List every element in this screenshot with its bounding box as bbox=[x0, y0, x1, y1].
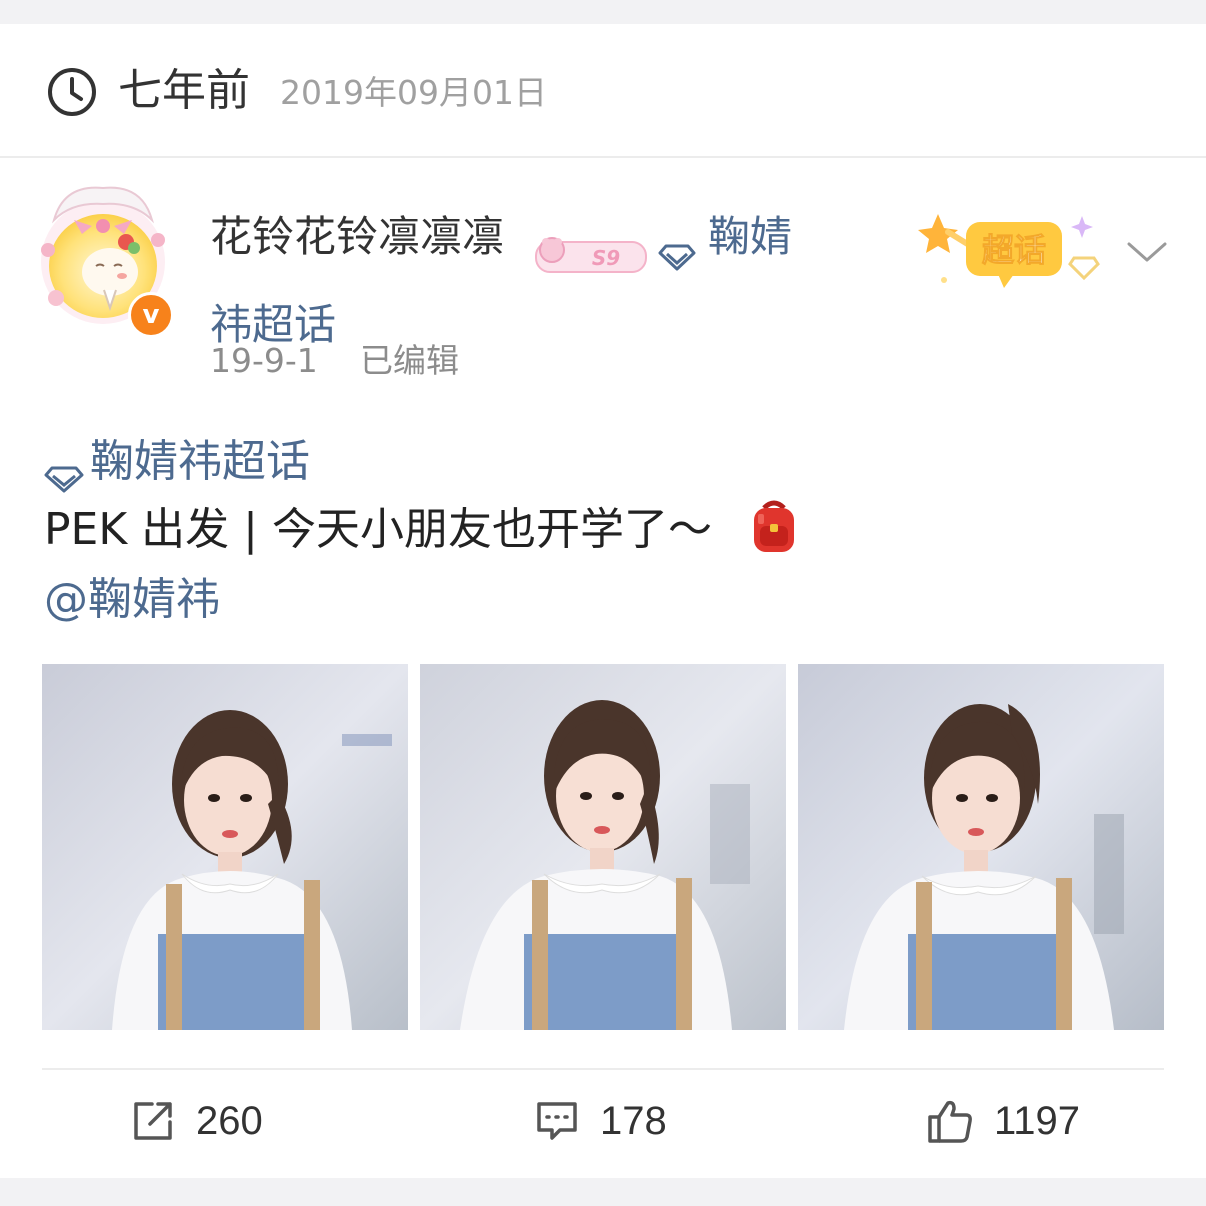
chaohua-badge-icon[interactable]: 超话 bbox=[918, 208, 1108, 304]
level-badge-icon: S9 bbox=[535, 237, 647, 273]
diamond-icon bbox=[658, 244, 696, 271]
absolute-date: 2019年09月01日 bbox=[280, 73, 547, 112]
photo-1[interactable] bbox=[42, 664, 408, 1030]
backpack-icon bbox=[754, 500, 794, 552]
timeline-header: 七年前 2019年09月01日 bbox=[0, 24, 1206, 158]
svg-text:S9: S9 bbox=[592, 246, 620, 270]
chevron-down-icon[interactable] bbox=[1126, 238, 1168, 266]
thumbs-up-icon bbox=[928, 1100, 972, 1143]
chaohua-badge-label: 超话 bbox=[982, 231, 1046, 269]
comment-button[interactable]: 178 bbox=[534, 1088, 667, 1154]
relative-time: 七年前 bbox=[118, 65, 250, 116]
photo-2[interactable] bbox=[420, 664, 786, 1030]
like-count: 1197 bbox=[994, 1098, 1081, 1143]
photo-3[interactable] bbox=[798, 664, 1164, 1030]
clock-icon bbox=[48, 68, 96, 116]
like-button[interactable]: 1197 bbox=[926, 1088, 1080, 1154]
topic-tag[interactable]: 鞠婧祎超话 bbox=[44, 432, 310, 492]
comment-icon bbox=[537, 1102, 577, 1140]
username[interactable]: 花铃花铃凛凛凛 bbox=[210, 208, 504, 266]
repost-button[interactable]: 260 bbox=[130, 1088, 263, 1154]
post-date: 19-9-1 bbox=[210, 341, 318, 380]
post-text: PEK 出发 | 今天小朋友也开学了～ bbox=[44, 504, 712, 555]
repost-icon bbox=[134, 1102, 172, 1140]
comment-count: 178 bbox=[600, 1098, 667, 1143]
action-divider bbox=[42, 1068, 1164, 1070]
repost-count: 260 bbox=[196, 1098, 263, 1143]
verified-badge-icon: v bbox=[128, 292, 174, 338]
mention-link[interactable]: @鞠婧祎 bbox=[44, 570, 220, 630]
post-card: 七年前 2019年09月01日 v 花铃花铃凛凛凛 S9 鞠婧 祎超话 19-9… bbox=[0, 24, 1206, 1178]
edited-label: 已编辑 bbox=[360, 341, 459, 380]
